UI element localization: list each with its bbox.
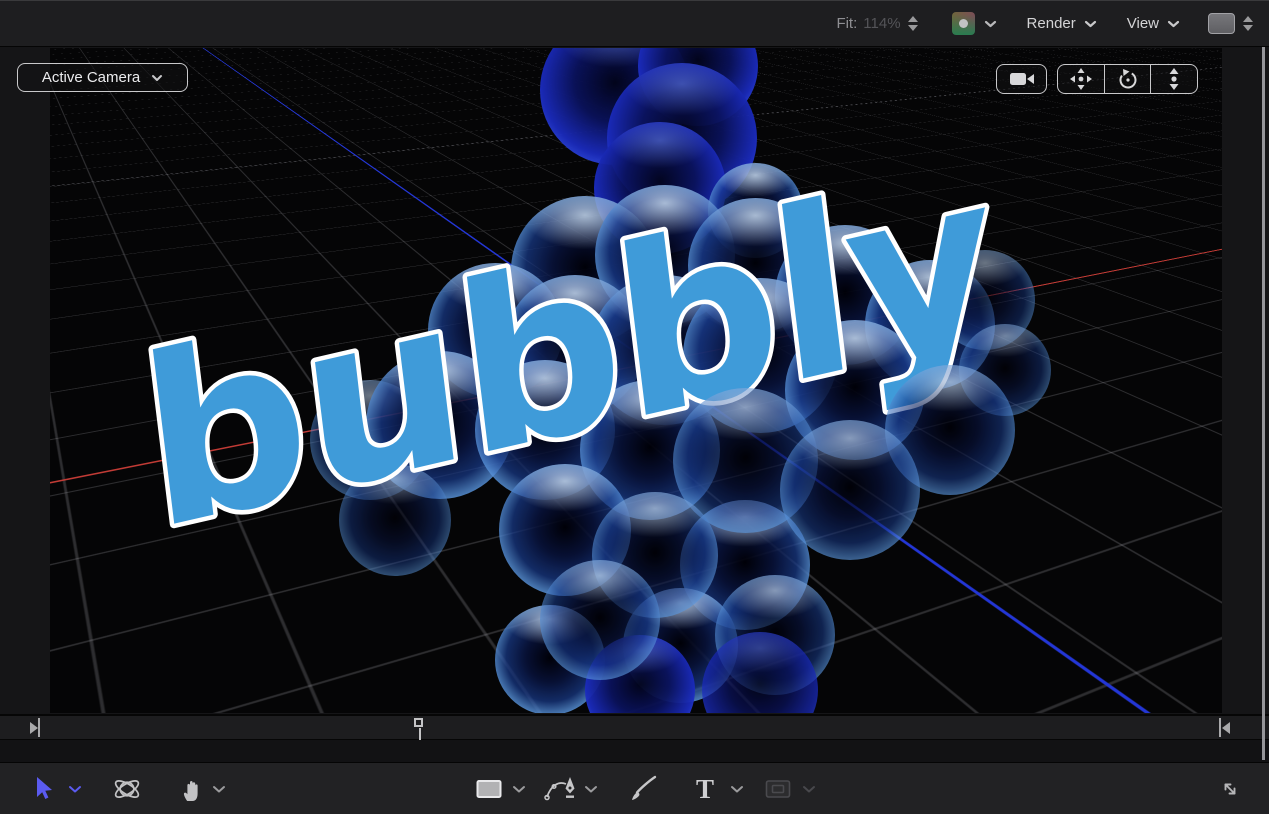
paint-stroke-tool[interactable]	[626, 763, 660, 814]
dolly-camera-icon	[1169, 68, 1179, 90]
rectangle-icon	[476, 780, 502, 798]
pan-camera-icon	[1069, 68, 1092, 90]
out-point-triangle-icon	[1222, 722, 1230, 734]
top-toolbar: Fit: 114% Render View	[0, 0, 1269, 47]
in-point-bar-icon	[38, 718, 40, 737]
viewport: bubbly Active Camera	[0, 48, 1269, 714]
bubble	[540, 560, 660, 680]
bubble-layer-front	[50, 48, 1222, 713]
chevron-down-icon	[213, 785, 225, 792]
select-tool-chevron[interactable]	[64, 763, 86, 814]
text-tool[interactable]: T	[690, 763, 720, 814]
chevron-down-icon	[585, 785, 597, 792]
chevron-down-icon	[69, 785, 81, 792]
orbit-camera-button[interactable]	[1103, 65, 1151, 93]
mask-tool-chevron[interactable]	[798, 763, 820, 814]
orbit-rings-icon	[114, 780, 140, 798]
canvas-layout-icon[interactable]	[1208, 13, 1235, 34]
hand-icon	[183, 781, 198, 801]
mask-rectangle-icon	[765, 780, 791, 798]
bubble	[780, 420, 920, 560]
select-transform-tool[interactable]	[28, 763, 58, 814]
canvas-layout-control[interactable]	[1208, 13, 1253, 34]
paintbrush-icon	[632, 775, 657, 800]
camera-record-button[interactable]	[996, 64, 1047, 94]
motion-window: Fit: 114% Render View bubbly Active Came…	[0, 0, 1269, 814]
tool-palette: T	[0, 762, 1269, 814]
in-point-triangle-icon	[30, 722, 38, 734]
playhead[interactable]	[414, 717, 426, 741]
3d-transform-tool[interactable]	[110, 763, 144, 814]
view-label: View	[1126, 15, 1159, 32]
active-camera-menu[interactable]: Active Camera	[17, 63, 188, 92]
playhead-stem-icon	[419, 728, 421, 740]
pen-bezier-icon	[544, 777, 575, 801]
playhead-head-icon	[414, 718, 423, 727]
render-menu[interactable]: Render	[1027, 15, 1097, 32]
chevron-down-icon	[152, 74, 163, 81]
gradient-swatch-icon[interactable]	[951, 12, 975, 35]
fit-label: Fit:	[836, 15, 858, 32]
dolly-camera-button[interactable]	[1150, 65, 1197, 93]
mask-tool-disabled[interactable]	[762, 763, 794, 814]
expand-diagonal-icon	[1224, 783, 1236, 795]
render-label: Render	[1026, 15, 1076, 32]
svg-text:T: T	[696, 775, 714, 803]
text-tool-icon: T	[696, 775, 714, 803]
expand-canvas-button[interactable]	[1215, 763, 1245, 814]
rectangle-tool[interactable]	[473, 763, 505, 814]
bezier-tool[interactable]	[542, 763, 580, 814]
orbit-camera-icon	[1119, 69, 1136, 89]
text-tool-chevron[interactable]	[726, 763, 748, 814]
chevron-down-icon	[984, 15, 997, 32]
bezier-tool-chevron[interactable]	[580, 763, 602, 814]
fit-stepper-icon[interactable]	[907, 16, 918, 31]
pan-camera-button[interactable]	[1058, 65, 1104, 93]
camera-tools-group	[1057, 64, 1198, 94]
chevron-down-icon	[803, 785, 815, 792]
out-point-bar-icon	[1219, 718, 1221, 737]
pane-divider[interactable]	[1262, 47, 1265, 760]
fit-value[interactable]: 114%	[863, 15, 900, 32]
chevron-down-icon	[513, 785, 525, 792]
timeline-scrubber	[0, 714, 1269, 740]
arrow-cursor-icon	[37, 776, 52, 799]
chevron-down-icon	[731, 785, 743, 792]
timeline-lower-strip	[0, 740, 1269, 762]
chevron-down-icon	[1167, 20, 1180, 27]
chevron-down-icon	[1084, 20, 1096, 27]
view-menu[interactable]: View	[1127, 15, 1180, 32]
active-camera-label: Active Camera	[41, 69, 141, 86]
canvas[interactable]: bubbly	[50, 48, 1222, 713]
layout-stepper-icon[interactable]	[1243, 16, 1253, 31]
pan-view-tool[interactable]	[176, 763, 206, 814]
zoom-level-control[interactable]: Fit: 114%	[836, 15, 918, 32]
video-camera-icon	[1009, 73, 1034, 85]
color-swatch-menu[interactable]	[951, 12, 997, 35]
pan-view-chevron[interactable]	[208, 763, 230, 814]
timeline-track[interactable]	[0, 716, 1230, 741]
rectangle-tool-chevron[interactable]	[508, 763, 530, 814]
